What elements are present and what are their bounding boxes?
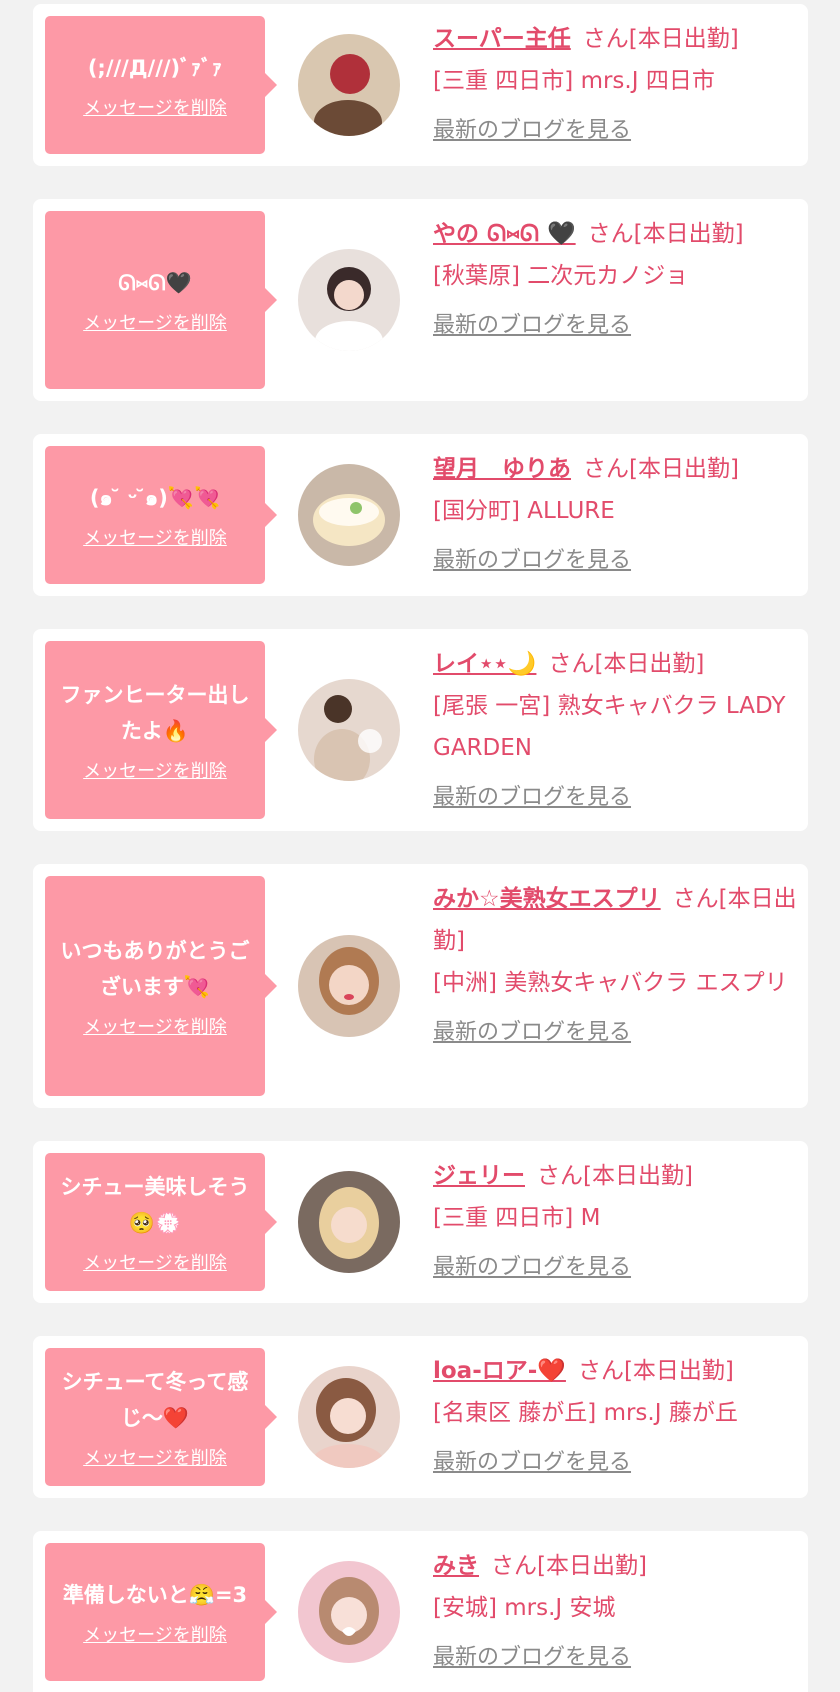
avatar[interactable] xyxy=(298,249,400,351)
shop-text: [安城] mrs.J 安城 xyxy=(433,1595,616,1621)
avatar-photo-icon xyxy=(298,679,400,781)
avatar-photo-icon xyxy=(298,1171,400,1273)
cast-info: ジェリー さん[本日出勤] [三重 四日市] M 最新のブログを見る xyxy=(433,1155,803,1289)
latest-blog-link[interactable]: 最新のブログを見る xyxy=(433,110,803,152)
cast-info: みき さん[本日出勤] [安城] mrs.J 安城 最新のブログを見る xyxy=(433,1545,803,1679)
message-text: ᘏ⑅ᘏ🖤 xyxy=(118,271,192,295)
avatar-photo-icon xyxy=(298,1366,400,1468)
message-list: (;///Д///)ﾞｧﾞｧ メッセージを削除 スーパー主任 さん[本日出勤] [… xyxy=(0,0,840,1692)
delete-message-link[interactable]: メッセージを削除 xyxy=(83,1621,227,1647)
cast-name-link[interactable]: loa-ロア-❤️ xyxy=(433,1358,566,1384)
shop-text: [中洲] 美熟女キャバクラ エスプリ xyxy=(433,970,788,996)
list-item: いつもありがとうございます💘 メッセージを削除 みか☆美熟女エスプリ さん[本日出… xyxy=(33,864,808,1108)
latest-blog-link[interactable]: 最新のブログを見る xyxy=(433,1247,803,1289)
status-text: さん[本日出勤] xyxy=(583,456,739,482)
shop-text: [名東区 藤が丘] mrs.J 藤が丘 xyxy=(433,1400,738,1426)
avatar-photo-icon xyxy=(298,935,400,1037)
latest-blog-link[interactable]: 最新のブログを見る xyxy=(433,777,803,819)
delete-message-link[interactable]: メッセージを削除 xyxy=(83,757,227,783)
avatar[interactable] xyxy=(298,935,400,1037)
message-bubble: 準備しないと😤=3 メッセージを削除 xyxy=(45,1543,277,1681)
avatar[interactable] xyxy=(298,679,400,781)
message-bubble: シチュー美味しそう🥺💮 メッセージを削除 xyxy=(45,1153,277,1291)
cast-info: loa-ロア-❤️ さん[本日出勤] [名東区 藤が丘] mrs.J 藤が丘 最新… xyxy=(433,1350,803,1484)
list-item: ᘏ⑅ᘏ🖤 メッセージを削除 やの ᘏ⑅ᘏ 🖤 さん[本日出勤] [秋葉原] 二次元… xyxy=(33,199,808,401)
message-bubble: ᘏ⑅ᘏ🖤 メッセージを削除 xyxy=(45,211,277,389)
delete-message-link[interactable]: メッセージを削除 xyxy=(83,1013,227,1039)
cast-name-link[interactable]: 望月 ゆりあ xyxy=(433,456,571,482)
message-text: シチューて冬って感じ〜❤️ xyxy=(61,1370,249,1430)
list-item: 準備しないと😤=3 メッセージを削除 みき さん[本日出勤] [安城] mrs.J… xyxy=(33,1531,808,1692)
avatar-photo-icon xyxy=(298,1561,400,1663)
cast-info: レイ⋆⋆🌙 さん[本日出勤] [尾張 一宮] 熟女キャバクラ LADY GARDE… xyxy=(433,643,803,819)
latest-blog-link[interactable]: 最新のブログを見る xyxy=(433,1637,803,1679)
list-item: シチューて冬って感じ〜❤️ メッセージを削除 loa-ロア-❤️ さん[本日出勤]… xyxy=(33,1336,808,1498)
list-item: シチュー美味しそう🥺💮 メッセージを削除 ジェリー さん[本日出勤] [三重 四日… xyxy=(33,1141,808,1303)
message-text: (๑ ̆ ᵕ ̆๑)💘💘 xyxy=(89,486,221,510)
message-text: (;///Д///)ﾞｧﾞｧ xyxy=(87,56,223,80)
avatar[interactable] xyxy=(298,464,400,566)
list-item: ファンヒーター出したよ🔥 メッセージを削除 レイ⋆⋆🌙 さん[本日出勤] [尾張 … xyxy=(33,629,808,831)
shop-text: [三重 四日市] M xyxy=(433,1205,601,1231)
avatar-photo-icon xyxy=(298,464,400,566)
status-text: さん[本日出勤] xyxy=(491,1553,647,1579)
shop-text: [秋葉原] 二次元カノジョ xyxy=(433,263,689,289)
delete-message-link[interactable]: メッセージを削除 xyxy=(83,1249,227,1275)
message-bubble: シチューて冬って感じ〜❤️ メッセージを削除 xyxy=(45,1348,277,1486)
message-bubble: (๑ ̆ ᵕ ̆๑)💘💘 メッセージを削除 xyxy=(45,446,277,584)
cast-name-link[interactable]: みか☆美熟女エスプリ xyxy=(433,886,661,912)
avatar-photo-icon xyxy=(298,249,400,351)
status-text: さん[本日出勤] xyxy=(548,651,705,677)
delete-message-link[interactable]: メッセージを削除 xyxy=(83,1444,227,1470)
shop-text: [尾張 一宮] 熟女キャバクラ LADY GARDEN xyxy=(433,693,786,761)
avatar[interactable] xyxy=(298,1366,400,1468)
status-text: さん[本日出勤] xyxy=(587,221,744,247)
status-text: さん[本日出勤] xyxy=(577,1358,734,1384)
latest-blog-link[interactable]: 最新のブログを見る xyxy=(433,540,803,582)
message-bubble: いつもありがとうございます💘 メッセージを削除 xyxy=(45,876,277,1096)
avatar-photo-icon xyxy=(298,34,400,136)
avatar[interactable] xyxy=(298,1561,400,1663)
latest-blog-link[interactable]: 最新のブログを見る xyxy=(433,305,803,347)
cast-info: 望月 ゆりあ さん[本日出勤] [国分町] ALLURE 最新のブログを見る xyxy=(433,448,803,582)
shop-text: [三重 四日市] mrs.J 四日市 xyxy=(433,68,715,94)
shop-text: [国分町] ALLURE xyxy=(433,498,615,524)
cast-name-link[interactable]: やの ᘏ⑅ᘏ 🖤 xyxy=(433,221,576,247)
list-item: (๑ ̆ ᵕ ̆๑)💘💘 メッセージを削除 望月 ゆりあ さん[本日出勤] [国分… xyxy=(33,434,808,596)
cast-name-link[interactable]: みき xyxy=(433,1553,479,1579)
message-bubble: ファンヒーター出したよ🔥 メッセージを削除 xyxy=(45,641,277,819)
delete-message-link[interactable]: メッセージを削除 xyxy=(83,309,227,335)
message-text: 準備しないと😤=3 xyxy=(62,1583,248,1607)
list-item: (;///Д///)ﾞｧﾞｧ メッセージを削除 スーパー主任 さん[本日出勤] [… xyxy=(33,4,808,166)
latest-blog-link[interactable]: 最新のブログを見る xyxy=(433,1442,803,1484)
message-text: ファンヒーター出したよ🔥 xyxy=(60,683,250,743)
cast-info: スーパー主任 さん[本日出勤] [三重 四日市] mrs.J 四日市 最新のブログ… xyxy=(433,18,803,152)
status-text: さん[本日出勤] xyxy=(582,26,739,52)
delete-message-link[interactable]: メッセージを削除 xyxy=(83,94,227,120)
cast-info: やの ᘏ⑅ᘏ 🖤 さん[本日出勤] [秋葉原] 二次元カノジョ 最新のブログを見る xyxy=(433,213,803,347)
message-text: シチュー美味しそう🥺💮 xyxy=(60,1175,250,1235)
avatar[interactable] xyxy=(298,34,400,136)
cast-name-link[interactable]: レイ⋆⋆🌙 xyxy=(433,651,536,677)
avatar[interactable] xyxy=(298,1171,400,1273)
cast-info: みか☆美熟女エスプリ さん[本日出勤] [中洲] 美熟女キャバクラ エスプリ 最新… xyxy=(433,878,803,1054)
message-text: いつもありがとうございます💘 xyxy=(60,939,250,999)
delete-message-link[interactable]: メッセージを削除 xyxy=(83,524,227,550)
latest-blog-link[interactable]: 最新のブログを見る xyxy=(433,1012,803,1054)
message-bubble: (;///Д///)ﾞｧﾞｧ メッセージを削除 xyxy=(45,16,277,154)
cast-name-link[interactable]: ジェリー xyxy=(433,1163,525,1189)
status-text: さん[本日出勤] xyxy=(537,1163,693,1189)
cast-name-link[interactable]: スーパー主任 xyxy=(433,26,571,52)
